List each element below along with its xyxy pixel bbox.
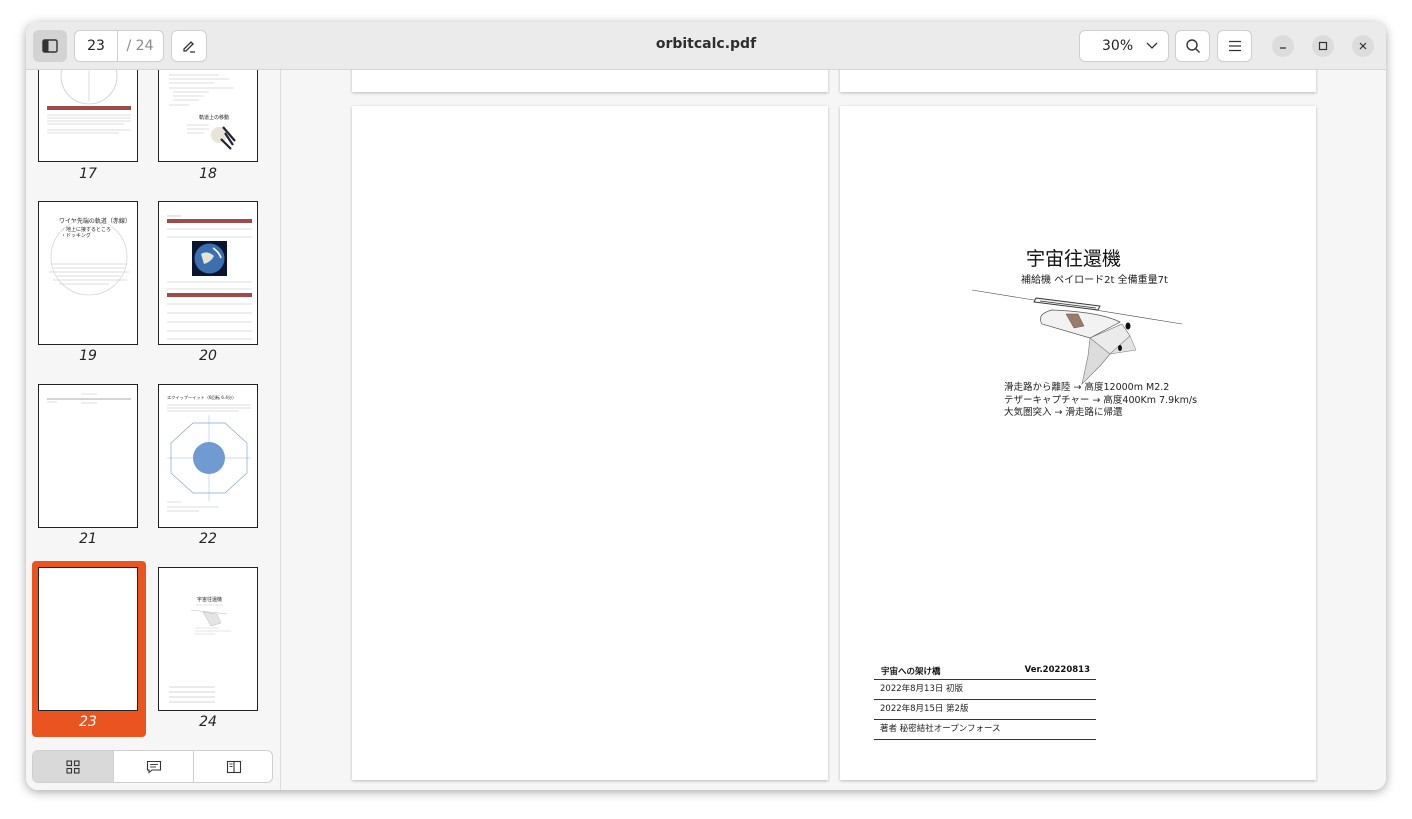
pdf-page-21 — [352, 70, 828, 92]
thumbnail-label: 23 — [79, 714, 97, 730]
pdf-page-22 — [840, 70, 1316, 92]
current-page-input[interactable]: 23 — [75, 31, 118, 61]
pen-icon — [183, 41, 195, 53]
main-menu-button[interactable] — [1217, 30, 1252, 62]
thumbnail-page-23[interactable] — [38, 567, 138, 711]
tab-outline[interactable] — [193, 751, 272, 782]
comment-icon — [146, 760, 162, 774]
book-title: 宇宙への架け橋 — [881, 667, 941, 677]
version-label: Ver.20220813 — [1024, 665, 1090, 675]
colophon: 宇宙への架け橋 Ver.20220813 2022年8月13日 初版 2022年… — [874, 663, 1096, 740]
close-icon — [1359, 42, 1367, 50]
chevron-down-icon — [1146, 31, 1158, 61]
thumb-text: エクイップーイット（6回転 6.4分） — [167, 394, 236, 401]
minimize-icon — [1280, 47, 1286, 49]
grid-icon — [66, 759, 80, 774]
hamburger-icon — [1228, 40, 1241, 52]
page-title: 宇宙往還機 — [1026, 248, 1122, 270]
sidebar-toggle-button[interactable] — [33, 30, 67, 62]
step-line: 大気圏突入 → 滑走路に帰還 — [1004, 407, 1123, 418]
thumbnail-page-18[interactable]: 軌道上の移動 — [158, 70, 258, 162]
thumb-text: ワイヤ先端の軌道（赤線） — [59, 217, 131, 225]
thumbnail-page-24[interactable]: 宇宙往還機 — [158, 567, 258, 711]
thumbnail-label: 22 — [199, 531, 217, 547]
pdf-page-24: 宇宙往還機 補給機 ペイロード2t 全備重量7t 滑走路から離陸 → 高度120… — [840, 106, 1316, 780]
thumbnail-page-19[interactable]: ワイヤ先端の軌道（赤線） ・地上に接するところ ・ドッキング — [38, 201, 138, 345]
maximize-button[interactable] — [1312, 35, 1334, 57]
thumb-text: ・ドッキング — [61, 232, 91, 239]
minimize-button[interactable] — [1272, 35, 1294, 57]
total-pages-label: / 24 — [126, 38, 154, 54]
annotate-button[interactable] — [171, 30, 207, 62]
thumbnail-label: 20 — [199, 348, 217, 364]
close-button[interactable] — [1352, 35, 1374, 57]
thumbnail-label: 18 — [199, 166, 217, 182]
step-line: テザーキャプチャー → 高度400Km 7.9km/s — [1004, 394, 1198, 406]
shuttle-illustration — [971, 289, 1183, 385]
thumbnail-label: 17 — [79, 166, 97, 182]
thumb-text: 宇宙往還機 — [197, 596, 222, 603]
thumbnail-page-20[interactable] — [158, 201, 258, 345]
colophon-row: 2022年8月13日 初版 — [874, 680, 1096, 700]
window-title: orbitcalc.pdf — [655, 36, 757, 52]
colophon-row: 2022年8月15日 第2版 — [874, 700, 1096, 720]
sidebar-icon — [42, 39, 58, 53]
page-number-entry[interactable]: 23 / 24 — [74, 30, 164, 62]
thumbnail-label: 19 — [79, 348, 97, 364]
thumb-text: ・地上に接するところ — [61, 226, 111, 233]
tab-thumbnails[interactable] — [33, 751, 113, 782]
document-view[interactable]: 宇宙往還機 補給機 ペイロード2t 全備重量7t 滑走路から離陸 → 高度120… — [281, 70, 1386, 790]
thumbnail-page-22[interactable]: エクイップーイット（6回転 6.4分） — [158, 384, 258, 528]
thumb-text: 軌道上の移動 — [199, 114, 229, 121]
flight-steps: 滑走路から離陸 → 高度12000m M2.2 テザーキャプチャー → 高度40… — [1004, 382, 1197, 420]
book-icon — [226, 760, 242, 773]
header-bar: 23 / 24 orbitcalc.pdf 30% — [26, 22, 1386, 70]
zoom-value: 30% — [1102, 38, 1134, 54]
thumbnail-label: 21 — [79, 531, 97, 547]
zoom-dropdown[interactable]: 30% — [1079, 30, 1169, 62]
sidebar-view-tabs — [32, 750, 273, 783]
step-line: 滑走路から離陸 → 高度12000m M2.2 — [1004, 382, 1170, 393]
thumbnail-page-21[interactable] — [38, 384, 138, 528]
thumbnail-label: 24 — [199, 714, 217, 730]
thumbnail-page-17[interactable] — [38, 70, 138, 162]
document-viewer-window: 23 / 24 orbitcalc.pdf 30% 17 軌道上の移動 18 ワ… — [26, 22, 1386, 790]
search-icon — [1185, 39, 1200, 53]
search-button[interactable] — [1175, 30, 1210, 62]
thumbnail-sidebar: 17 軌道上の移動 18 ワイヤ先端の軌道（赤線） ・地上に接するところ ・ドッ… — [26, 70, 281, 790]
maximize-icon — [1318, 41, 1328, 51]
colophon-row: 著者 秘密結社オープンフォース — [874, 720, 1096, 740]
tab-annotations[interactable] — [113, 751, 194, 782]
pdf-page-23 — [352, 106, 828, 780]
